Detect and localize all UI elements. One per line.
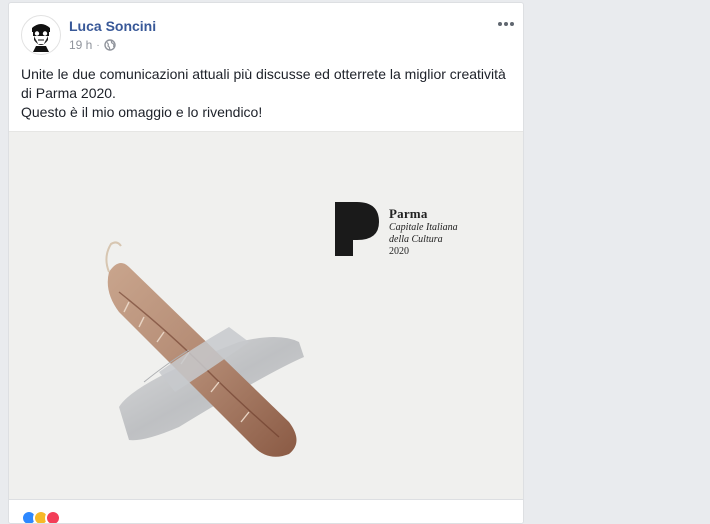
more-options-icon[interactable] — [497, 15, 515, 33]
author-name[interactable]: Luca Soncini — [69, 18, 156, 34]
post-header: Luca Soncini 19 h · — [21, 15, 523, 55]
post-time[interactable]: 19 h — [69, 38, 92, 52]
logo-title: Parma — [389, 206, 428, 221]
salami-tape-artwork — [105, 241, 304, 457]
avatar[interactable] — [21, 15, 61, 55]
logo-year: 2020 — [389, 246, 409, 257]
post-image[interactable]: Parma Capitale Italiana della Cultura 20… — [9, 131, 523, 500]
globe-icon[interactable] — [104, 39, 116, 51]
post-card: Luca Soncini 19 h · Unite le due comunic… — [8, 2, 524, 524]
parma-logo-mark — [335, 202, 379, 256]
logo-line-1: Capitale Italiana — [389, 222, 458, 233]
post-text: Unite le due comunicazioni attuali più d… — [21, 65, 511, 122]
post-text-line-1: Unite le due comunicazioni attuali più d… — [21, 66, 506, 101]
reaction-icons[interactable] — [21, 510, 61, 523]
love-reaction-icon — [45, 510, 61, 523]
logo-text-block: Parma Capitale Italiana della Cultura 20… — [389, 206, 509, 258]
post-meta: 19 h · — [69, 38, 116, 52]
post-text-line-2: Questo è il mio omaggio e lo rivendico! — [21, 104, 263, 120]
logo-line-2: della Cultura — [389, 234, 443, 245]
avatar-illustration — [32, 24, 50, 52]
